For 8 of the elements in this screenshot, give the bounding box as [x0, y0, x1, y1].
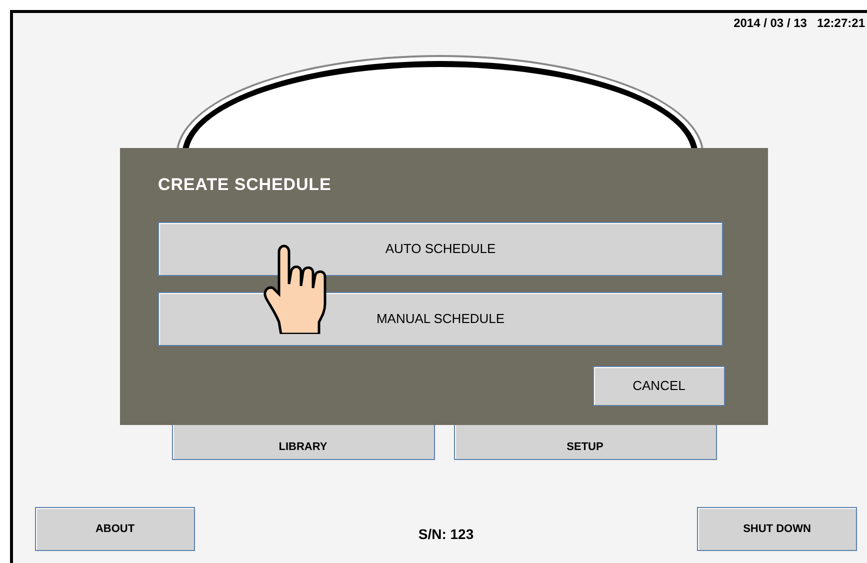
option-button[interactable]: AUTO SCHEDULE [158, 222, 723, 276]
option-button[interactable]: MANUAL SCHEDULE [158, 292, 723, 346]
serial-number: S/N: 123 [417, 524, 475, 544]
shut-down-button[interactable]: SHUT DOWN [697, 507, 857, 551]
cancel-button[interactable]: CANCEL [593, 366, 725, 406]
dialog-title: CREATE SCHEDULE [158, 174, 332, 196]
about-button[interactable]: ABOUT [35, 507, 195, 551]
date-time: 2014 / 03 / 13 12:27:21 [734, 17, 865, 32]
